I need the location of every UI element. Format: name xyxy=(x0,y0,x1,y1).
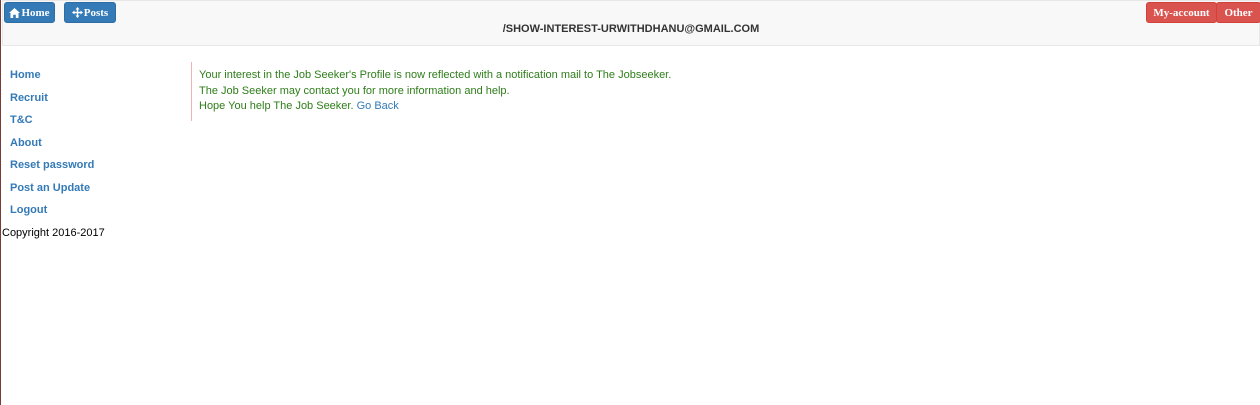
sidebar-item-logout[interactable]: Logout xyxy=(10,201,94,224)
sidebar-item-reset-password[interactable]: Reset password xyxy=(10,156,94,179)
top-navbar: Home Posts My-account Other /SHOW-INTERE… xyxy=(2,0,1260,46)
posts-button[interactable]: Posts xyxy=(64,2,116,23)
other-button[interactable]: Other xyxy=(1216,2,1260,23)
success-message: Your interest in the Job Seeker's Profil… xyxy=(191,62,671,121)
my-account-button-label: My-account xyxy=(1153,6,1210,19)
sidebar-nav: Home Recruit T&C About Reset password Po… xyxy=(10,66,94,224)
my-account-button[interactable]: My-account xyxy=(1146,2,1217,23)
message-line-1: Your interest in the Job Seeker's Profil… xyxy=(199,69,672,81)
sidebar-item-about[interactable]: About xyxy=(10,134,94,157)
sidebar-item-post-update[interactable]: Post an Update xyxy=(10,179,94,202)
go-back-link[interactable]: Go Back xyxy=(357,100,399,112)
sidebar-item-terms[interactable]: T&C xyxy=(10,111,94,134)
sidebar-item-home[interactable]: Home xyxy=(10,66,94,89)
home-button-label: Home xyxy=(21,6,50,19)
posts-button-label: Posts xyxy=(83,6,109,19)
message-line-3: Hope You help The Job Seeker. Go Back xyxy=(199,99,671,115)
home-icon xyxy=(9,7,21,18)
copyright-text: Copyright 2016-2017 xyxy=(2,227,105,239)
page-frame: Home Posts My-account Other /SHOW-INTERE… xyxy=(0,0,1260,405)
move-arrows-icon xyxy=(71,7,83,18)
message-line-2: The Job Seeker may contact you for more … xyxy=(199,84,510,97)
message-line-3-text: Hope You help The Job Seeker. xyxy=(199,100,354,112)
other-button-label: Other xyxy=(1224,6,1253,19)
home-button[interactable]: Home xyxy=(4,2,55,23)
sidebar-item-recruit[interactable]: Recruit xyxy=(10,89,94,112)
page-title: /SHOW-INTEREST-URWITHDHANU@GMAIL.COM xyxy=(502,23,760,35)
